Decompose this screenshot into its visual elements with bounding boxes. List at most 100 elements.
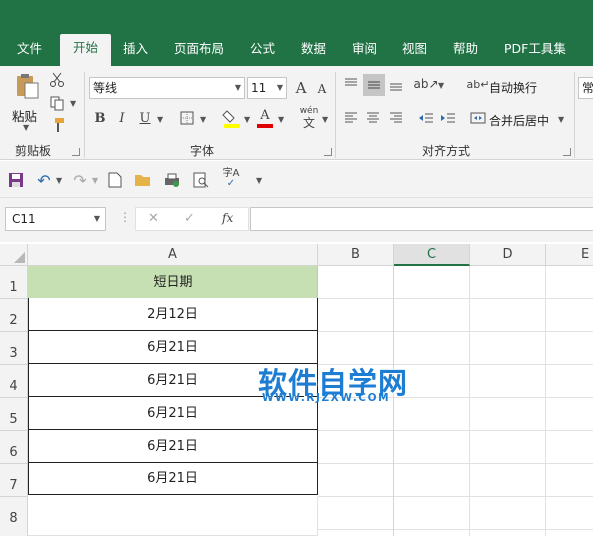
name-box[interactable]: C11 ▼ bbox=[5, 207, 106, 231]
copy-icon[interactable] bbox=[47, 94, 67, 112]
column-header-b[interactable]: B bbox=[318, 244, 394, 266]
align-left-icon[interactable] bbox=[341, 108, 361, 128]
undo-icon[interactable]: ↶ bbox=[34, 170, 54, 190]
cell-a7[interactable]: 6月21日 bbox=[28, 463, 318, 495]
cancel-icon[interactable]: ✕ bbox=[148, 211, 159, 226]
enter-icon[interactable]: ✓ bbox=[184, 211, 195, 226]
underline-dropdown-icon[interactable]: ▼ bbox=[157, 115, 163, 124]
fill-color-icon[interactable] bbox=[221, 106, 243, 130]
redo-icon[interactable]: ↷ bbox=[70, 170, 90, 190]
tab-help[interactable]: 帮助 bbox=[453, 40, 478, 66]
row-header[interactable]: 4 bbox=[0, 365, 28, 398]
underline-button[interactable]: U bbox=[136, 108, 154, 128]
orientation-dropdown-icon[interactable]: ▼ bbox=[438, 81, 444, 90]
tab-insert[interactable]: 插入 bbox=[123, 40, 148, 66]
cell-a6[interactable]: 6月21日 bbox=[28, 430, 318, 463]
row-header[interactable]: 1 bbox=[0, 266, 28, 299]
row-header[interactable]: 5 bbox=[0, 398, 28, 431]
row-header[interactable]: 8 bbox=[0, 497, 28, 536]
customize-qat-icon[interactable]: ▼ bbox=[256, 176, 262, 185]
tab-file[interactable]: 文件 bbox=[17, 40, 42, 66]
spelling-icon[interactable]: 字A ✓ bbox=[220, 168, 242, 190]
group-label-font: 字体 bbox=[190, 144, 215, 158]
tab-formulas[interactable]: 公式 bbox=[250, 40, 275, 66]
font-name-combo[interactable]: 等线 ▼ bbox=[89, 77, 245, 99]
wrap-text-label[interactable]: 自动换行 bbox=[489, 79, 537, 96]
shrink-font-icon[interactable]: A bbox=[313, 80, 331, 98]
chevron-down-icon[interactable]: ▼ bbox=[277, 78, 283, 98]
formula-input[interactable] bbox=[250, 207, 593, 231]
fill-color-dropdown-icon[interactable]: ▼ bbox=[244, 115, 250, 124]
cut-icon[interactable] bbox=[47, 71, 67, 89]
save-icon[interactable] bbox=[6, 170, 26, 190]
clipboard-launcher-icon[interactable] bbox=[72, 148, 80, 156]
quick-access-toolbar: ↶ ▼ ↷ ▼ 字A ✓ ▼ bbox=[0, 161, 593, 198]
chevron-down-icon[interactable]: ▼ bbox=[235, 78, 241, 98]
align-right-icon[interactable] bbox=[386, 108, 406, 128]
merge-center-icon[interactable] bbox=[468, 108, 488, 128]
increase-indent-icon[interactable] bbox=[438, 108, 458, 128]
font-size-combo[interactable]: 11 ▼ bbox=[247, 77, 287, 99]
number-format-value: 常 bbox=[582, 81, 593, 95]
tab-pdf-tools[interactable]: PDF工具集 bbox=[504, 40, 566, 66]
italic-button[interactable]: I bbox=[113, 108, 131, 128]
grow-font-icon[interactable]: A bbox=[291, 78, 311, 98]
align-middle-icon[interactable] bbox=[363, 74, 385, 96]
merge-dropdown-icon[interactable]: ▼ bbox=[558, 115, 564, 124]
font-color-icon[interactable]: A bbox=[255, 106, 275, 130]
copy-dropdown-icon[interactable]: ▼ bbox=[70, 99, 76, 108]
phonetic-guide-icon[interactable]: wén 文 bbox=[298, 106, 320, 130]
undo-dropdown-icon[interactable]: ▼ bbox=[56, 176, 62, 185]
cell-a2[interactable]: 2月12日 bbox=[28, 298, 318, 331]
column-header-c[interactable]: C bbox=[394, 244, 470, 266]
tab-view[interactable]: 视图 bbox=[402, 40, 427, 66]
orientation-icon[interactable]: ab↗ bbox=[413, 74, 438, 94]
print-preview-icon[interactable] bbox=[162, 170, 182, 190]
font-launcher-icon[interactable] bbox=[324, 148, 332, 156]
paste-dropdown-icon[interactable]: ▼ bbox=[23, 123, 29, 132]
bold-button[interactable]: B bbox=[91, 108, 109, 128]
wrap-text-icon[interactable]: ab↵ bbox=[467, 74, 490, 94]
formula-bar-grip[interactable]: ⋮ bbox=[119, 210, 131, 224]
font-color-glyph: A bbox=[260, 108, 270, 123]
new-icon[interactable] bbox=[105, 170, 125, 190]
tab-review[interactable]: 审阅 bbox=[352, 40, 377, 66]
chevron-down-icon[interactable]: ▼ bbox=[94, 208, 100, 230]
paste-icon[interactable] bbox=[10, 72, 44, 102]
borders-icon[interactable] bbox=[177, 108, 197, 128]
cell-a1[interactable]: 短日期 bbox=[28, 266, 318, 298]
row-header[interactable]: 2 bbox=[0, 299, 28, 332]
column-header-e[interactable]: E bbox=[546, 244, 593, 266]
column-header-a[interactable]: A bbox=[28, 244, 318, 266]
phonetic-dropdown-icon[interactable]: ▼ bbox=[322, 115, 328, 124]
ribbon-tab-bar: 文件 开始 插入 页面布局 公式 数据 审阅 视图 帮助 PDF工具集 bbox=[0, 0, 593, 66]
align-bottom-icon[interactable] bbox=[386, 74, 406, 94]
formula-bar: C11 ▼ ⋮ ✕ ✓ fx bbox=[0, 198, 593, 242]
font-size-value: 11 bbox=[251, 81, 267, 95]
decrease-indent-icon[interactable] bbox=[416, 108, 436, 128]
alignment-launcher-icon[interactable] bbox=[563, 148, 571, 156]
align-center-icon[interactable] bbox=[363, 108, 383, 128]
open-icon[interactable] bbox=[133, 170, 153, 190]
preview-icon[interactable] bbox=[191, 170, 211, 190]
redo-dropdown-icon[interactable]: ▼ bbox=[92, 176, 98, 185]
font-color-dropdown-icon[interactable]: ▼ bbox=[278, 115, 284, 124]
group-label-alignment: 对齐方式 bbox=[422, 144, 471, 158]
borders-dropdown-icon[interactable]: ▼ bbox=[200, 115, 206, 124]
number-format-combo[interactable]: 常 bbox=[578, 77, 593, 99]
column-header-d[interactable]: D bbox=[470, 244, 546, 266]
tab-page-layout[interactable]: 页面布局 bbox=[174, 40, 224, 66]
row-header[interactable]: 6 bbox=[0, 431, 28, 464]
tab-home[interactable]: 开始 bbox=[60, 34, 112, 66]
merge-center-label[interactable]: 合并后居中 bbox=[489, 112, 549, 129]
select-all-button[interactable] bbox=[0, 244, 28, 266]
tab-data[interactable]: 数据 bbox=[301, 40, 326, 66]
row-header[interactable]: 7 bbox=[0, 464, 28, 497]
format-painter-icon[interactable] bbox=[47, 116, 67, 134]
row-header[interactable]: 3 bbox=[0, 332, 28, 365]
font-color-bar bbox=[257, 124, 273, 128]
align-top-icon[interactable] bbox=[341, 74, 361, 94]
group-separator bbox=[335, 72, 336, 158]
cell-border-left bbox=[28, 298, 29, 463]
insert-function-icon[interactable]: fx bbox=[222, 211, 233, 225]
